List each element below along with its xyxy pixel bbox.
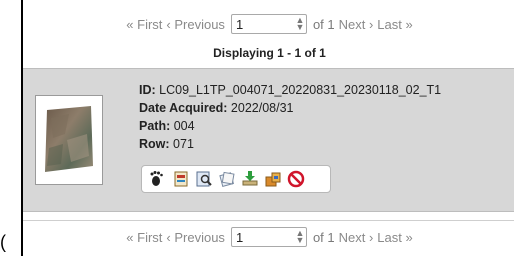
pagination-bottom: « First ‹ Previous ▲▼ of 1 Next › Last » xyxy=(23,220,514,253)
scene-thumbnail-image xyxy=(41,104,95,174)
pagination-top: « First ‹ Previous ▲▼ of 1 Next › Last » xyxy=(23,8,514,40)
page-number-input[interactable] xyxy=(231,228,294,246)
date-acquired-line: Date Acquired: 2022/08/31 xyxy=(139,99,441,117)
last-page-link[interactable]: Last » xyxy=(377,230,412,245)
metadata-icon[interactable] xyxy=(171,169,191,189)
footprint-icon[interactable] xyxy=(148,169,168,189)
page-number-stepper[interactable]: ▲▼ xyxy=(230,227,307,247)
path-line: Path: 004 xyxy=(139,117,441,135)
bulk-download-icon[interactable] xyxy=(263,169,283,189)
page-count: of 1 xyxy=(312,16,335,32)
path-label: Path: xyxy=(139,119,171,133)
path-value: 004 xyxy=(170,119,195,133)
scene-id-value: LC09_L1TP_004071_20220831_20230118_02_T1 xyxy=(155,83,442,97)
stepper-arrows-icon[interactable]: ▲ ▼ xyxy=(294,228,306,246)
row-label: Row: xyxy=(139,137,170,151)
scene-id-line: ID: LC09_L1TP_004071_20220831_20230118_0… xyxy=(139,81,441,99)
scene-thumbnail[interactable] xyxy=(35,95,103,185)
browse-overlay-icon[interactable] xyxy=(194,169,214,189)
stray-parenthesis: ( xyxy=(0,232,6,252)
first-page-link[interactable]: « First xyxy=(126,17,162,32)
row-value: 071 xyxy=(169,137,194,151)
first-page-link[interactable]: « First xyxy=(126,230,162,245)
scene-info: ID: LC09_L1TP_004071_20220831_20230118_0… xyxy=(139,81,441,153)
exclude-icon[interactable] xyxy=(286,169,306,189)
date-acquired-label: Date Acquired: xyxy=(139,101,228,115)
row-line: Row: 071 xyxy=(139,135,441,153)
last-page-link[interactable]: Last » xyxy=(377,17,412,32)
scene-id-label: ID: xyxy=(139,83,156,97)
compare-icon[interactable] xyxy=(217,169,237,189)
next-page-link[interactable]: Next › xyxy=(339,17,374,32)
results-panel: « First ‹ Previous ▲▼ of 1 Next › Last »… xyxy=(21,0,514,256)
page-count: of 1 xyxy=(312,229,335,245)
page-number-stepper[interactable]: ▲▼ xyxy=(230,14,307,34)
page-number-input[interactable] xyxy=(231,15,294,33)
stepper-arrows-icon[interactable]: ▲ ▼ xyxy=(294,15,306,33)
result-toolbar xyxy=(141,165,331,193)
previous-page-link[interactable]: ‹ Previous xyxy=(166,230,225,245)
date-acquired-value: 2022/08/31 xyxy=(227,101,294,115)
result-item: ID: LC09_L1TP_004071_20220831_20230118_0… xyxy=(23,68,514,212)
previous-page-link[interactable]: ‹ Previous xyxy=(166,17,225,32)
displaying-count: Displaying 1 - 1 of 1 xyxy=(213,46,326,60)
next-page-link[interactable]: Next › xyxy=(339,230,374,245)
download-icon[interactable] xyxy=(240,169,260,189)
